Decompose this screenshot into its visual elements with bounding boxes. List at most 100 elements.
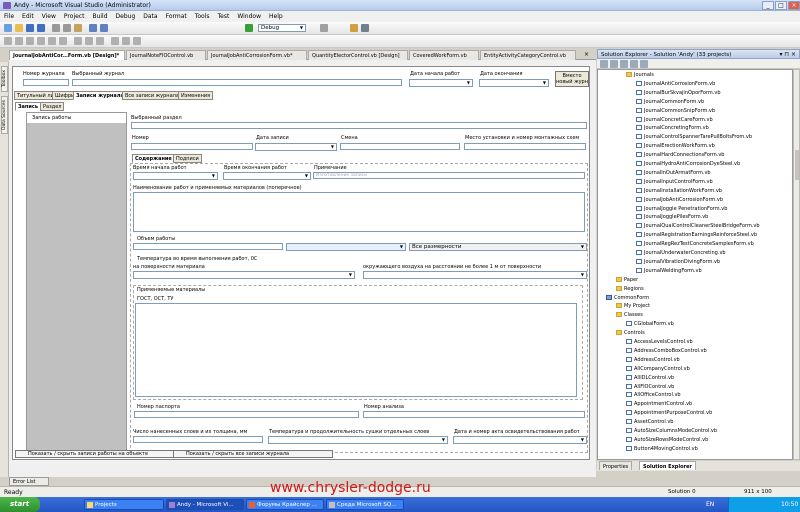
clock[interactable]: 10:50 bbox=[781, 501, 798, 508]
tree-file-item[interactable]: JournalAntiCorrosionForm.vb bbox=[636, 80, 715, 87]
tree-project-item[interactable]: CommonForm bbox=[606, 294, 649, 301]
task-visual-studio[interactable]: Andy - Microsoft Vi... bbox=[166, 499, 244, 510]
bring-front-icon[interactable] bbox=[122, 37, 130, 45]
tree-file-item[interactable]: CGlobalForm.vb bbox=[626, 321, 674, 327]
undo-icon[interactable] bbox=[89, 24, 97, 32]
maximize-button[interactable]: □ bbox=[775, 1, 787, 10]
view-designer-icon[interactable] bbox=[640, 60, 648, 68]
tree-file-item[interactable]: JournalCommonForm.vb bbox=[636, 98, 704, 105]
menu-file[interactable]: File bbox=[0, 11, 18, 22]
number-field[interactable] bbox=[131, 143, 253, 150]
tree-file-item[interactable]: JournalQualControlCleanerSteelBridgeForm… bbox=[636, 223, 760, 229]
doc-tab[interactable]: CoveredWorkForm.vb bbox=[409, 50, 479, 60]
doc-tab[interactable]: QuantityElectorControl.vb [Design] bbox=[308, 50, 408, 60]
tab-content[interactable]: Содержание bbox=[132, 154, 175, 163]
tree-file-item[interactable]: AllOfficeControl.vb bbox=[626, 392, 681, 398]
selected-section-field[interactable] bbox=[131, 122, 587, 129]
tree-file-item[interactable]: JournalControlSpannerTarePullBoltsFrom.v… bbox=[636, 134, 752, 140]
act-date-picker[interactable] bbox=[453, 436, 587, 444]
tab-entry[interactable]: Запись bbox=[15, 102, 42, 111]
tree-folder-item[interactable]: Paper bbox=[616, 276, 638, 283]
data-sources-tab[interactable]: Data Sources bbox=[1, 96, 8, 134]
tree-file-item[interactable]: JournalRegRezTestConcreteSamplesForm.vb bbox=[636, 241, 754, 247]
tree-file-item[interactable]: JournalRegistrationEarningsReinforceStee… bbox=[636, 232, 757, 238]
same-width-icon[interactable] bbox=[74, 37, 82, 45]
journal-number-field[interactable] bbox=[23, 79, 69, 86]
solution-explorer-icon[interactable] bbox=[350, 24, 358, 32]
align-top-icon[interactable] bbox=[37, 37, 45, 45]
tree-file-item[interactable]: JournalJoggle PenetrationForm.vb bbox=[636, 205, 727, 212]
solution-explorer-tab[interactable]: Solution Explorer bbox=[639, 461, 696, 470]
tree-file-item[interactable]: JournalConcretCareForm.vb bbox=[636, 116, 713, 123]
volume-unit-dropdown[interactable] bbox=[286, 243, 406, 251]
align-center-icon[interactable] bbox=[15, 37, 23, 45]
redo-icon[interactable] bbox=[100, 24, 108, 32]
align-bottom-icon[interactable] bbox=[59, 37, 67, 45]
tree-file-item[interactable]: AddressComboBoxControl.vb bbox=[626, 347, 707, 354]
doc-tab[interactable]: EntityActivityCategoryControl.vb bbox=[480, 50, 576, 60]
tree-folder-item[interactable]: Classes bbox=[616, 312, 643, 318]
doc-tab[interactable]: JournalNoteFIOControl.vb bbox=[126, 50, 206, 60]
entries-list[interactable]: Запись работы bbox=[26, 112, 127, 454]
close-doc-icon[interactable]: × bbox=[584, 51, 589, 58]
tree-file-item[interactable]: AssetControl.vb bbox=[626, 419, 673, 425]
align-middle-icon[interactable] bbox=[48, 37, 56, 45]
tree-file-item[interactable]: AccessLevelsControl.vb bbox=[626, 339, 693, 345]
tree-file-item[interactable]: JournalCommonSnipForm.vb bbox=[636, 107, 715, 114]
tree-file-item[interactable]: AllIDLControl.vb bbox=[626, 374, 674, 381]
menu-window[interactable]: Window bbox=[233, 11, 265, 22]
properties-icon[interactable] bbox=[600, 60, 608, 68]
dimensions-dropdown[interactable]: Все размерности bbox=[409, 243, 587, 251]
tree-file-item[interactable]: JournalConcretingForm.vb bbox=[636, 125, 709, 131]
send-back-icon[interactable] bbox=[133, 37, 141, 45]
tree-file-item[interactable]: JournalHardConnectionsForm.vb bbox=[636, 152, 724, 158]
shift-field[interactable] bbox=[340, 143, 460, 150]
tree-file-item[interactable]: JournalJogglePilesForm.vb bbox=[636, 214, 708, 220]
menu-test[interactable]: Test bbox=[214, 11, 234, 22]
work-name-textarea[interactable] bbox=[133, 192, 585, 232]
open-icon[interactable] bbox=[15, 24, 23, 32]
properties-tab[interactable]: Properties bbox=[599, 461, 633, 470]
start-date-picker[interactable] bbox=[409, 79, 473, 87]
air-temp-dropdown[interactable] bbox=[363, 271, 587, 279]
toolbox-tab[interactable]: Toolbox bbox=[1, 66, 8, 92]
same-height-icon[interactable] bbox=[85, 37, 93, 45]
selected-journal-field[interactable] bbox=[72, 79, 402, 86]
volume-field[interactable] bbox=[133, 243, 283, 250]
align-right-icon[interactable] bbox=[26, 37, 34, 45]
start-debug-icon[interactable] bbox=[245, 24, 253, 32]
tree-file-item[interactable]: JournalVibrationDivingForm.vb bbox=[636, 258, 720, 265]
tree-folder-item[interactable]: Regions bbox=[616, 285, 644, 292]
tab-section[interactable]: Раздел bbox=[40, 102, 65, 111]
new-project-icon[interactable] bbox=[4, 24, 12, 32]
tree-file-item[interactable]: AllCompanyControl.vb bbox=[626, 365, 690, 372]
menu-help[interactable]: Help bbox=[265, 11, 287, 22]
tree-folder-item[interactable]: Journals bbox=[626, 72, 654, 78]
end-date-picker[interactable] bbox=[479, 79, 549, 87]
view-code-icon[interactable] bbox=[630, 60, 638, 68]
cut-icon[interactable] bbox=[52, 24, 60, 32]
tree-file-item[interactable]: AddressControl.vb bbox=[626, 356, 680, 363]
menu-format[interactable]: Format bbox=[162, 11, 191, 22]
start-button[interactable]: start bbox=[0, 497, 40, 512]
tab-changes[interactable]: Изменения bbox=[178, 91, 214, 100]
show-all-entries-button[interactable]: Показать / скрыть все записи журнала bbox=[173, 450, 333, 458]
task-sql[interactable]: Среда Microsoft SQ... bbox=[326, 499, 404, 510]
menu-project[interactable]: Project bbox=[60, 11, 89, 22]
refresh-icon[interactable] bbox=[620, 60, 628, 68]
save-all-icon[interactable] bbox=[37, 24, 45, 32]
tree-file-item[interactable]: JournalBurSkvajinOporForm.vb bbox=[636, 89, 721, 96]
menu-view[interactable]: View bbox=[38, 11, 60, 22]
tree-file-item[interactable]: JournalHydroAntiCorrosionDyeSteel.vb bbox=[636, 161, 740, 167]
tree-file-item[interactable]: AutoSizeRowsModeControl.vb bbox=[626, 436, 708, 443]
menu-build[interactable]: Build bbox=[88, 11, 111, 22]
materials-textarea[interactable] bbox=[135, 303, 577, 397]
doc-tab-active[interactable]: JournalJobAntiCor...Form.vb [Design]* bbox=[9, 50, 125, 60]
tree-file-item[interactable]: Button4MovingControl.vb bbox=[626, 445, 698, 452]
note-field[interactable]: Изготовление записи bbox=[313, 172, 585, 179]
scroll-thumb[interactable] bbox=[795, 150, 799, 180]
doc-tab[interactable]: JournalJobAntiCorrosionForm.vb* bbox=[207, 50, 307, 60]
language-indicator[interactable]: EN bbox=[706, 501, 714, 508]
work-end-picker[interactable] bbox=[223, 172, 311, 180]
menu-debug[interactable]: Debug bbox=[112, 11, 140, 22]
